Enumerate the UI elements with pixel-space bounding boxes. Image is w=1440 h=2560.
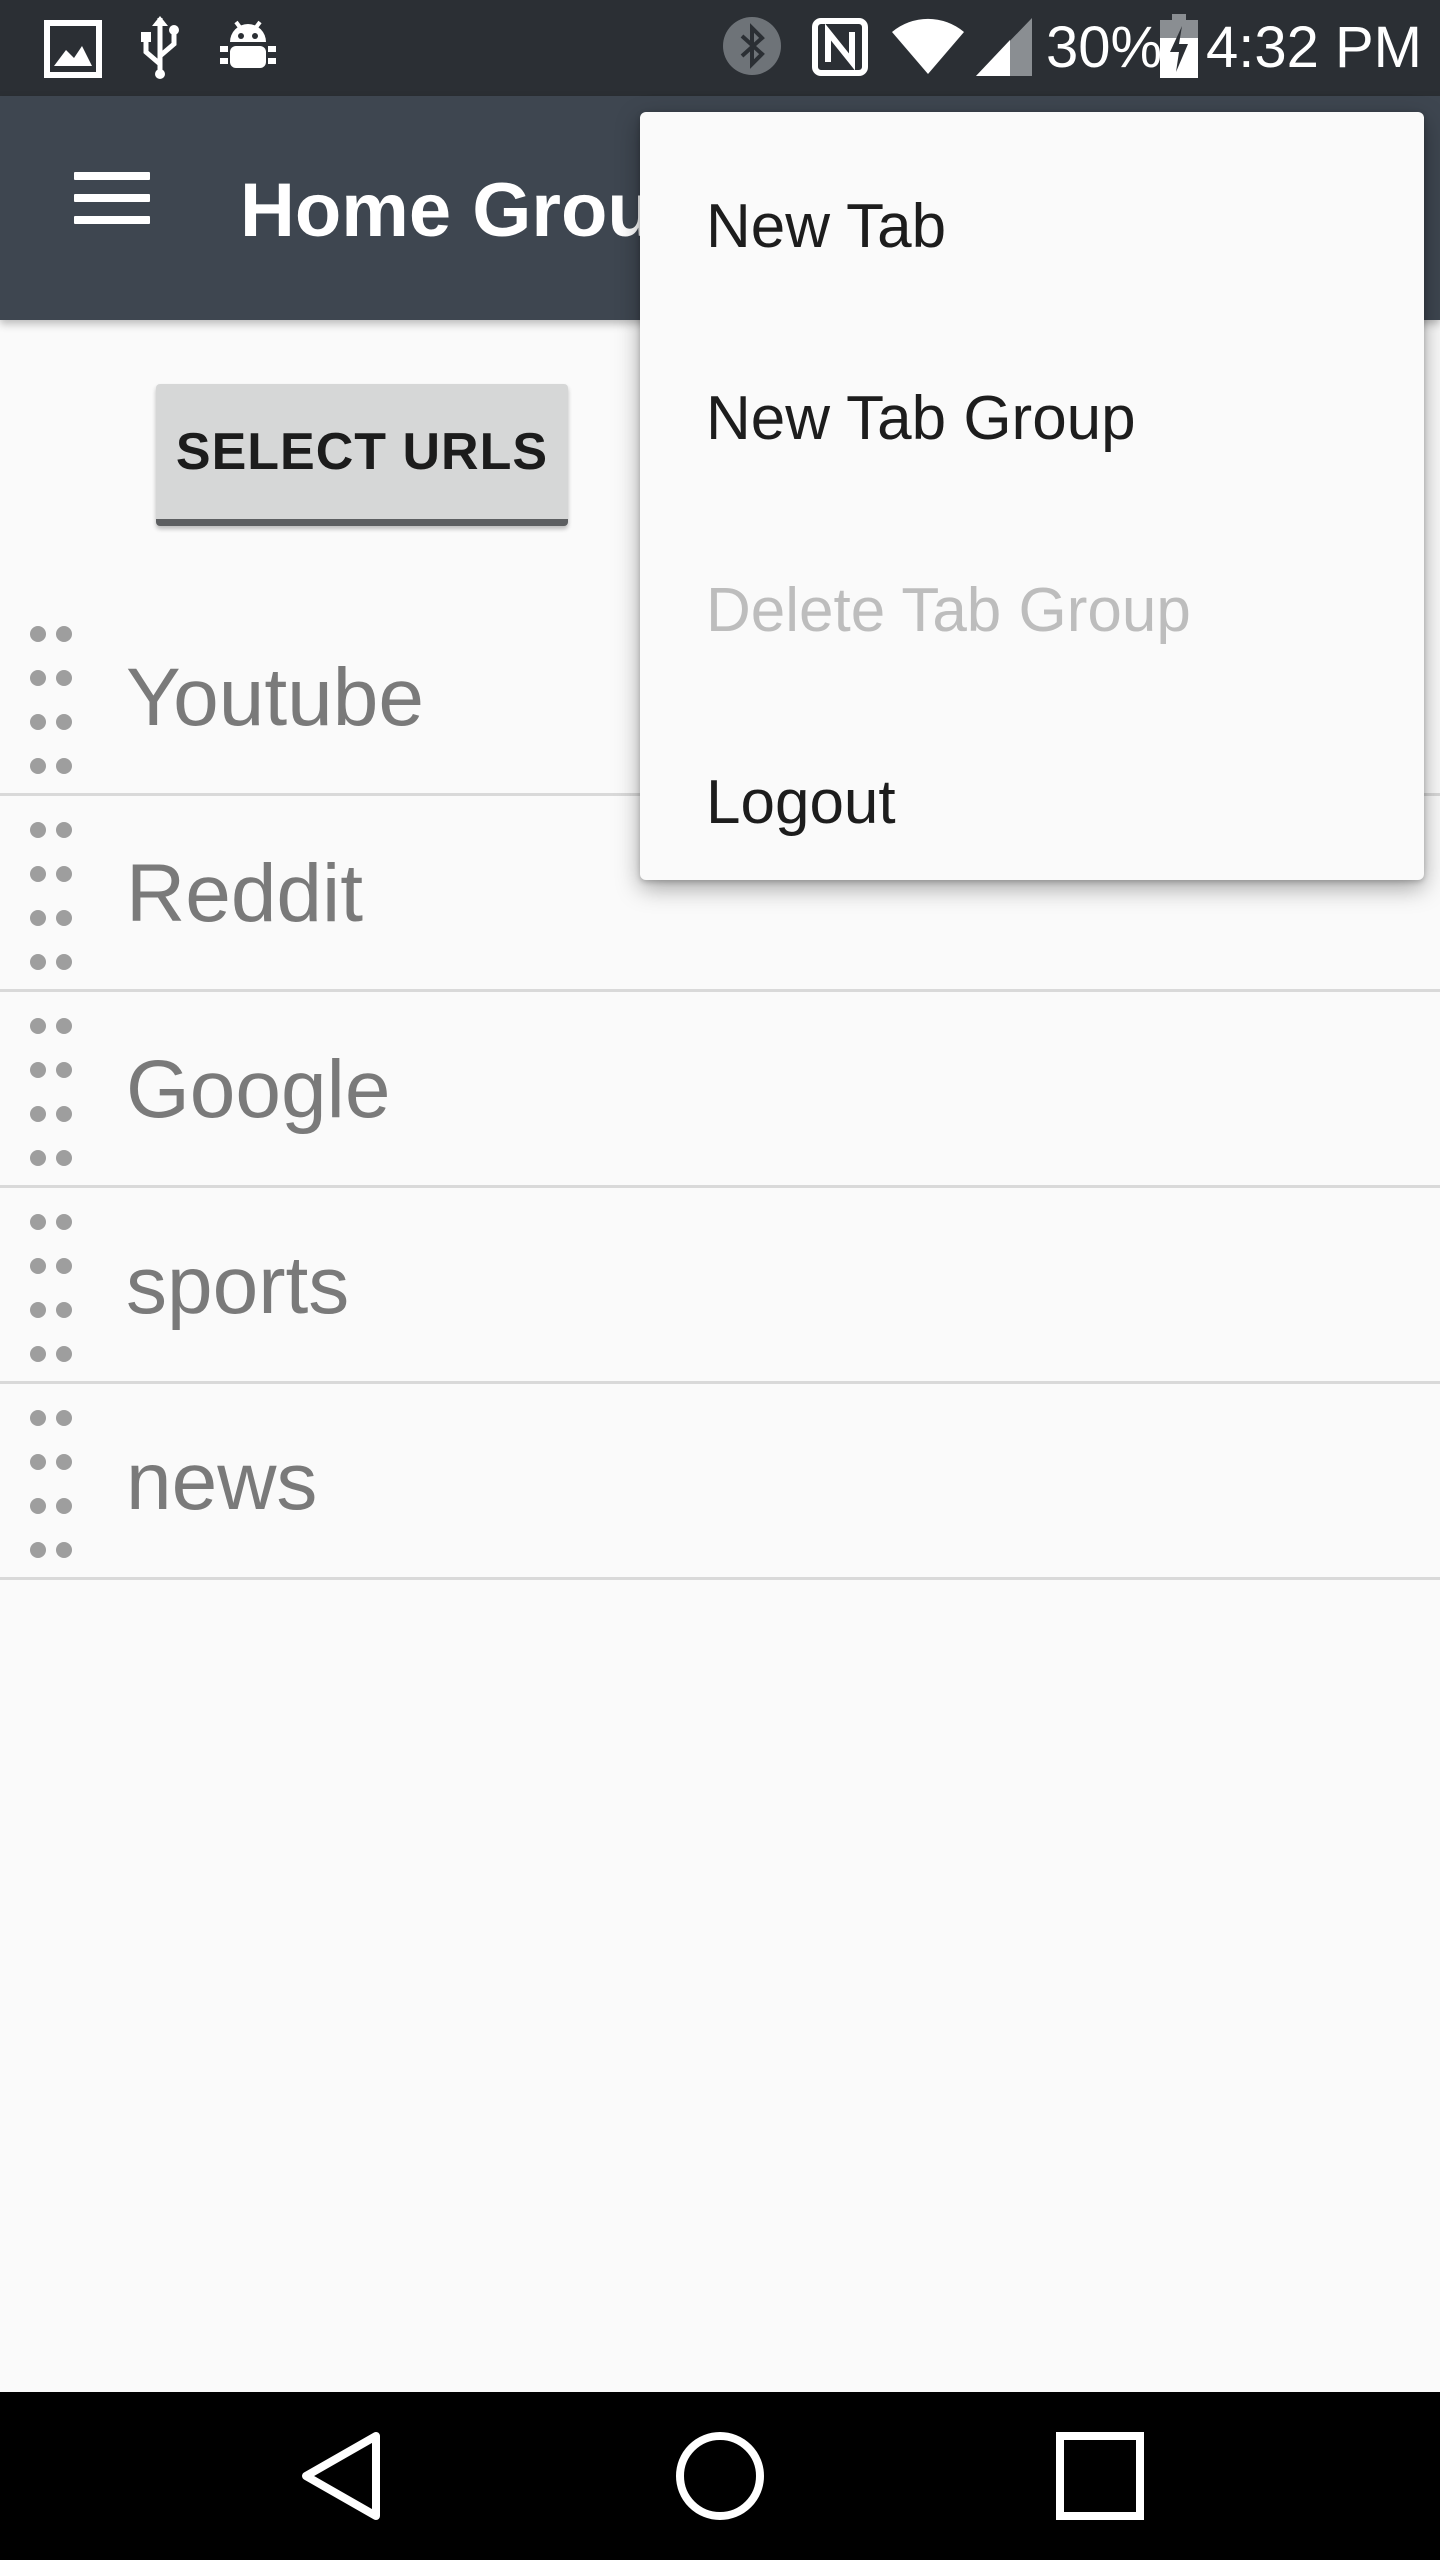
- back-icon[interactable]: [280, 2416, 400, 2536]
- drag-dot: [56, 1302, 72, 1318]
- drag-handle-icon[interactable]: [30, 822, 86, 972]
- status-bar: 30% 4:32 PM: [0, 0, 1440, 96]
- drag-dot: [56, 866, 72, 882]
- drag-dot: [56, 670, 72, 686]
- drag-dot: [30, 866, 46, 882]
- drag-dot: [30, 954, 46, 970]
- list-item-label: sports: [126, 1240, 350, 1331]
- signal-icon: [976, 18, 1032, 76]
- drag-dot: [30, 1454, 46, 1470]
- screen: 30% 4:32 PM Home Group SELECT URLS Youtu…: [0, 0, 1440, 2560]
- wifi-icon: [892, 18, 964, 75]
- drag-dot: [56, 626, 72, 642]
- list-item-label: news: [126, 1436, 318, 1527]
- home-icon[interactable]: [660, 2416, 780, 2536]
- drag-dot: [30, 1542, 46, 1558]
- hamburger-menu-icon[interactable]: [52, 160, 172, 256]
- menu-item-new-tab-group[interactable]: New Tab Group: [640, 322, 1424, 514]
- drag-dot: [30, 1346, 46, 1362]
- drag-dot: [56, 1542, 72, 1558]
- menu-item-new-tab[interactable]: New Tab: [640, 130, 1424, 322]
- drag-dot: [30, 1062, 46, 1078]
- android-debug-icon: [220, 20, 276, 68]
- drag-handle-icon[interactable]: [30, 626, 86, 776]
- drag-handle-icon[interactable]: [30, 1410, 86, 1560]
- drag-handle-icon[interactable]: [30, 1214, 86, 1364]
- drag-dot: [30, 626, 46, 642]
- drag-dot: [30, 1258, 46, 1274]
- drag-dot: [30, 1106, 46, 1122]
- page-title: Home Group: [240, 168, 701, 253]
- nfc-icon: [812, 18, 868, 76]
- list-item[interactable]: sports: [0, 1188, 1440, 1384]
- list-item[interactable]: news: [0, 1384, 1440, 1580]
- drag-dot: [56, 954, 72, 970]
- drag-dot: [30, 1498, 46, 1514]
- drag-dot: [30, 1018, 46, 1034]
- drag-dot: [56, 714, 72, 730]
- drag-dot: [56, 1258, 72, 1274]
- navigation-bar: [0, 2392, 1440, 2560]
- drag-dot: [30, 822, 46, 838]
- drag-dot: [56, 1410, 72, 1426]
- drag-dot: [56, 1214, 72, 1230]
- drag-dot: [30, 758, 46, 774]
- drag-dot: [30, 1410, 46, 1426]
- drag-handle-icon[interactable]: [30, 1018, 86, 1168]
- list-item-label: Google: [126, 1044, 391, 1135]
- bluetooth-icon: [723, 17, 781, 75]
- usb-icon: [141, 16, 179, 79]
- drag-dot: [56, 1498, 72, 1514]
- clock: 4:32 PM: [1206, 15, 1422, 80]
- menu-item-logout[interactable]: Logout: [640, 706, 1424, 898]
- overflow-menu: New Tab New Tab Group Delete Tab Group L…: [640, 112, 1424, 880]
- list-item-label: Reddit: [126, 848, 364, 939]
- recents-icon[interactable]: [1040, 2416, 1160, 2536]
- menu-item-delete-tab-group: Delete Tab Group: [706, 575, 1191, 645]
- drag-dot: [30, 714, 46, 730]
- drag-dot: [56, 1106, 72, 1122]
- battery-charging-icon: [1160, 14, 1198, 78]
- drag-dot: [30, 910, 46, 926]
- drag-dot: [30, 670, 46, 686]
- battery-percentage: 30%: [1046, 15, 1163, 80]
- list-item-label: Youtube: [126, 652, 424, 743]
- drag-dot: [56, 1062, 72, 1078]
- drag-dot: [30, 1150, 46, 1166]
- list-item[interactable]: Google: [0, 992, 1440, 1188]
- drag-dot: [56, 910, 72, 926]
- select-urls-button[interactable]: SELECT URLS: [156, 384, 568, 526]
- drag-dot: [56, 1346, 72, 1362]
- drag-dot: [30, 1214, 46, 1230]
- gallery-icon: [44, 20, 102, 78]
- drag-dot: [56, 1454, 72, 1470]
- drag-dot: [56, 758, 72, 774]
- drag-dot: [30, 1302, 46, 1318]
- drag-dot: [56, 1018, 72, 1034]
- drag-dot: [56, 1150, 72, 1166]
- drag-dot: [56, 822, 72, 838]
